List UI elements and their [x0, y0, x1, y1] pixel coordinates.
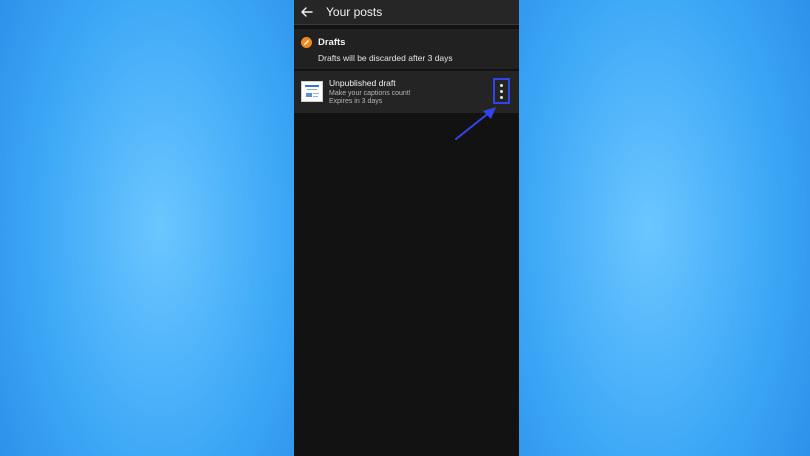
more-vertical-icon — [500, 83, 503, 87]
background-right — [519, 0, 810, 456]
more-vertical-icon-dot — [500, 89, 503, 93]
drafts-header: Drafts Drafts will be discarded after 3 … — [294, 29, 519, 69]
more-vertical-icon-dot — [500, 95, 503, 99]
drafts-title: Drafts — [318, 37, 346, 48]
draft-caption: Make your captions count! — [329, 90, 411, 97]
draft-title: Unpublished draft — [329, 78, 396, 88]
draft-thumbnail — [301, 81, 323, 102]
pencil-icon — [301, 37, 312, 48]
draft-expiry: Expires in 3 days — [329, 98, 383, 105]
annotation-arrow-icon — [455, 107, 496, 140]
app-bar: Your posts — [294, 0, 519, 25]
page-title: Your posts — [326, 5, 383, 19]
phone-screen: Your posts Drafts Drafts will be discard… — [294, 0, 519, 456]
drafts-subtitle: Drafts will be discarded after 3 days — [318, 53, 453, 63]
background-left — [0, 0, 294, 456]
back-arrow-icon[interactable] — [300, 5, 314, 19]
